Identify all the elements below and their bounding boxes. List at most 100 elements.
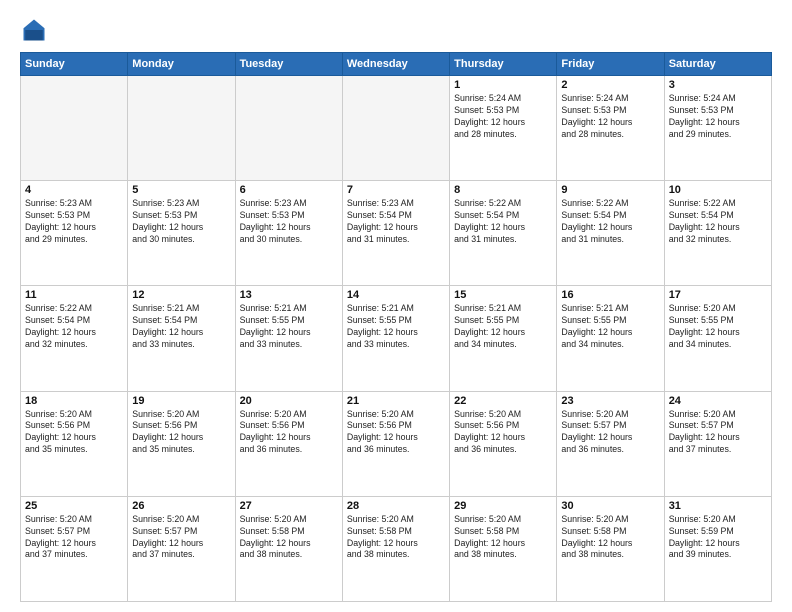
day-info: Sunrise: 5:21 AM Sunset: 5:55 PM Dayligh… [240,303,338,351]
day-number: 19 [132,395,230,407]
day-cell: 8 Sunrise: 5:22 AM Sunset: 5:54 PM Daylig… [450,181,557,286]
day-cell: 28 Sunrise: 5:20 AM Sunset: 5:58 PM Dayli… [342,496,449,601]
day-cell [235,76,342,181]
day-info: Sunrise: 5:22 AM Sunset: 5:54 PM Dayligh… [454,198,552,246]
day-number: 5 [132,184,230,196]
day-cell [128,76,235,181]
logo-icon [20,16,48,44]
day-number: 13 [240,289,338,301]
day-info: Sunrise: 5:20 AM Sunset: 5:56 PM Dayligh… [240,409,338,457]
day-cell: 24Sunrise: 5:20 AM Sunset: 5:57 PM Dayli… [664,391,771,496]
day-info: Sunrise: 5:20 AM Sunset: 5:55 PM Dayligh… [669,303,767,351]
day-cell: 1 Sunrise: 5:24 AM Sunset: 5:53 PM Daylig… [450,76,557,181]
week-row-3: 11 Sunrise: 5:22 AM Sunset: 5:54 PM Dayli… [21,286,772,391]
day-info: Sunrise: 5:23 AM Sunset: 5:54 PM Dayligh… [347,198,445,246]
day-number: 17 [669,289,767,301]
week-row-5: 25 Sunrise: 5:20 AM Sunset: 5:57 PM Dayli… [21,496,772,601]
day-cell: 11 Sunrise: 5:22 AM Sunset: 5:54 PM Dayli… [21,286,128,391]
day-cell: 19 Sunrise: 5:20 AM Sunset: 5:56 PM Dayli… [128,391,235,496]
day-info: Sunrise: 5:22 AM Sunset: 5:54 PM Dayligh… [561,198,659,246]
day-number: 11 [25,289,123,301]
day-info: Sunrise: 5:23 AM Sunset: 5:53 PM Dayligh… [132,198,230,246]
day-number: 29 [454,500,552,512]
weekday-tuesday: Tuesday [235,53,342,76]
day-cell: 4 Sunrise: 5:23 AM Sunset: 5:53 PM Daylig… [21,181,128,286]
day-cell: 20 Sunrise: 5:20 AM Sunset: 5:56 PM Dayli… [235,391,342,496]
week-row-2: 4 Sunrise: 5:23 AM Sunset: 5:53 PM Daylig… [21,181,772,286]
day-cell: 29 Sunrise: 5:20 AM Sunset: 5:58 PM Dayli… [450,496,557,601]
day-cell: 21 Sunrise: 5:20 AM Sunset: 5:56 PM Dayli… [342,391,449,496]
day-info: Sunrise: 5:20 AM Sunset: 5:58 PM Dayligh… [454,514,552,562]
day-info: Sunrise: 5:20 AM Sunset: 5:56 PM Dayligh… [132,409,230,457]
day-number: 2 [561,79,659,91]
day-cell: 12 Sunrise: 5:21 AM Sunset: 5:54 PM Dayli… [128,286,235,391]
day-info: Sunrise: 5:23 AM Sunset: 5:53 PM Dayligh… [25,198,123,246]
day-cell: 18 Sunrise: 5:20 AM Sunset: 5:56 PM Dayli… [21,391,128,496]
day-info: Sunrise: 5:20 AM Sunset: 5:58 PM Dayligh… [347,514,445,562]
day-cell: 25 Sunrise: 5:20 AM Sunset: 5:57 PM Dayli… [21,496,128,601]
day-number: 27 [240,500,338,512]
weekday-sunday: Sunday [21,53,128,76]
day-cell: 16Sunrise: 5:21 AM Sunset: 5:55 PM Dayli… [557,286,664,391]
day-cell: 6 Sunrise: 5:23 AM Sunset: 5:53 PM Daylig… [235,181,342,286]
day-cell: 26 Sunrise: 5:20 AM Sunset: 5:57 PM Dayli… [128,496,235,601]
day-cell: 30 Sunrise: 5:20 AM Sunset: 5:58 PM Dayli… [557,496,664,601]
day-cell: 17 Sunrise: 5:20 AM Sunset: 5:55 PM Dayli… [664,286,771,391]
day-info: Sunrise: 5:20 AM Sunset: 5:58 PM Dayligh… [561,514,659,562]
day-info: Sunrise: 5:20 AM Sunset: 5:56 PM Dayligh… [454,409,552,457]
day-number: 7 [347,184,445,196]
day-cell: 14 Sunrise: 5:21 AM Sunset: 5:55 PM Dayli… [342,286,449,391]
day-number: 21 [347,395,445,407]
day-number: 9 [561,184,659,196]
weekday-header-row: SundayMondayTuesdayWednesdayThursdayFrid… [21,53,772,76]
day-info: Sunrise: 5:22 AM Sunset: 5:54 PM Dayligh… [669,198,767,246]
day-info: Sunrise: 5:21 AM Sunset: 5:54 PM Dayligh… [132,303,230,351]
day-number: 18 [25,395,123,407]
day-cell: 10Sunrise: 5:22 AM Sunset: 5:54 PM Dayli… [664,181,771,286]
day-cell [342,76,449,181]
day-cell: 23 Sunrise: 5:20 AM Sunset: 5:57 PM Dayli… [557,391,664,496]
day-info: Sunrise: 5:23 AM Sunset: 5:53 PM Dayligh… [240,198,338,246]
day-number: 28 [347,500,445,512]
day-number: 15 [454,289,552,301]
day-cell: 2 Sunrise: 5:24 AM Sunset: 5:53 PM Daylig… [557,76,664,181]
day-number: 4 [25,184,123,196]
day-number: 26 [132,500,230,512]
day-number: 8 [454,184,552,196]
day-cell: 31Sunrise: 5:20 AM Sunset: 5:59 PM Dayli… [664,496,771,601]
day-info: Sunrise: 5:20 AM Sunset: 5:56 PM Dayligh… [347,409,445,457]
day-info: Sunrise: 5:24 AM Sunset: 5:53 PM Dayligh… [454,93,552,141]
day-info: Sunrise: 5:20 AM Sunset: 5:59 PM Dayligh… [669,514,767,562]
day-number: 20 [240,395,338,407]
header [20,16,772,44]
week-row-4: 18 Sunrise: 5:20 AM Sunset: 5:56 PM Dayli… [21,391,772,496]
day-cell: 3 Sunrise: 5:24 AM Sunset: 5:53 PM Daylig… [664,76,771,181]
day-info: Sunrise: 5:20 AM Sunset: 5:57 PM Dayligh… [561,409,659,457]
day-info: Sunrise: 5:20 AM Sunset: 5:57 PM Dayligh… [132,514,230,562]
day-info: Sunrise: 5:21 AM Sunset: 5:55 PM Dayligh… [561,303,659,351]
weekday-saturday: Saturday [664,53,771,76]
day-number: 1 [454,79,552,91]
weekday-wednesday: Wednesday [342,53,449,76]
page: SundayMondayTuesdayWednesdayThursdayFrid… [0,0,792,612]
day-info: Sunrise: 5:20 AM Sunset: 5:57 PM Dayligh… [25,514,123,562]
day-cell: 7 Sunrise: 5:23 AM Sunset: 5:54 PM Daylig… [342,181,449,286]
day-info: Sunrise: 5:24 AM Sunset: 5:53 PM Dayligh… [561,93,659,141]
day-number: 12 [132,289,230,301]
day-number: 6 [240,184,338,196]
day-number: 30 [561,500,659,512]
day-info: Sunrise: 5:21 AM Sunset: 5:55 PM Dayligh… [347,303,445,351]
calendar-table: SundayMondayTuesdayWednesdayThursdayFrid… [20,52,772,602]
day-number: 23 [561,395,659,407]
day-info: Sunrise: 5:20 AM Sunset: 5:57 PM Dayligh… [669,409,767,457]
day-number: 14 [347,289,445,301]
day-number: 22 [454,395,552,407]
day-cell: 5 Sunrise: 5:23 AM Sunset: 5:53 PM Daylig… [128,181,235,286]
day-info: Sunrise: 5:20 AM Sunset: 5:56 PM Dayligh… [25,409,123,457]
day-info: Sunrise: 5:21 AM Sunset: 5:55 PM Dayligh… [454,303,552,351]
day-number: 3 [669,79,767,91]
day-info: Sunrise: 5:22 AM Sunset: 5:54 PM Dayligh… [25,303,123,351]
day-number: 25 [25,500,123,512]
weekday-friday: Friday [557,53,664,76]
day-info: Sunrise: 5:24 AM Sunset: 5:53 PM Dayligh… [669,93,767,141]
